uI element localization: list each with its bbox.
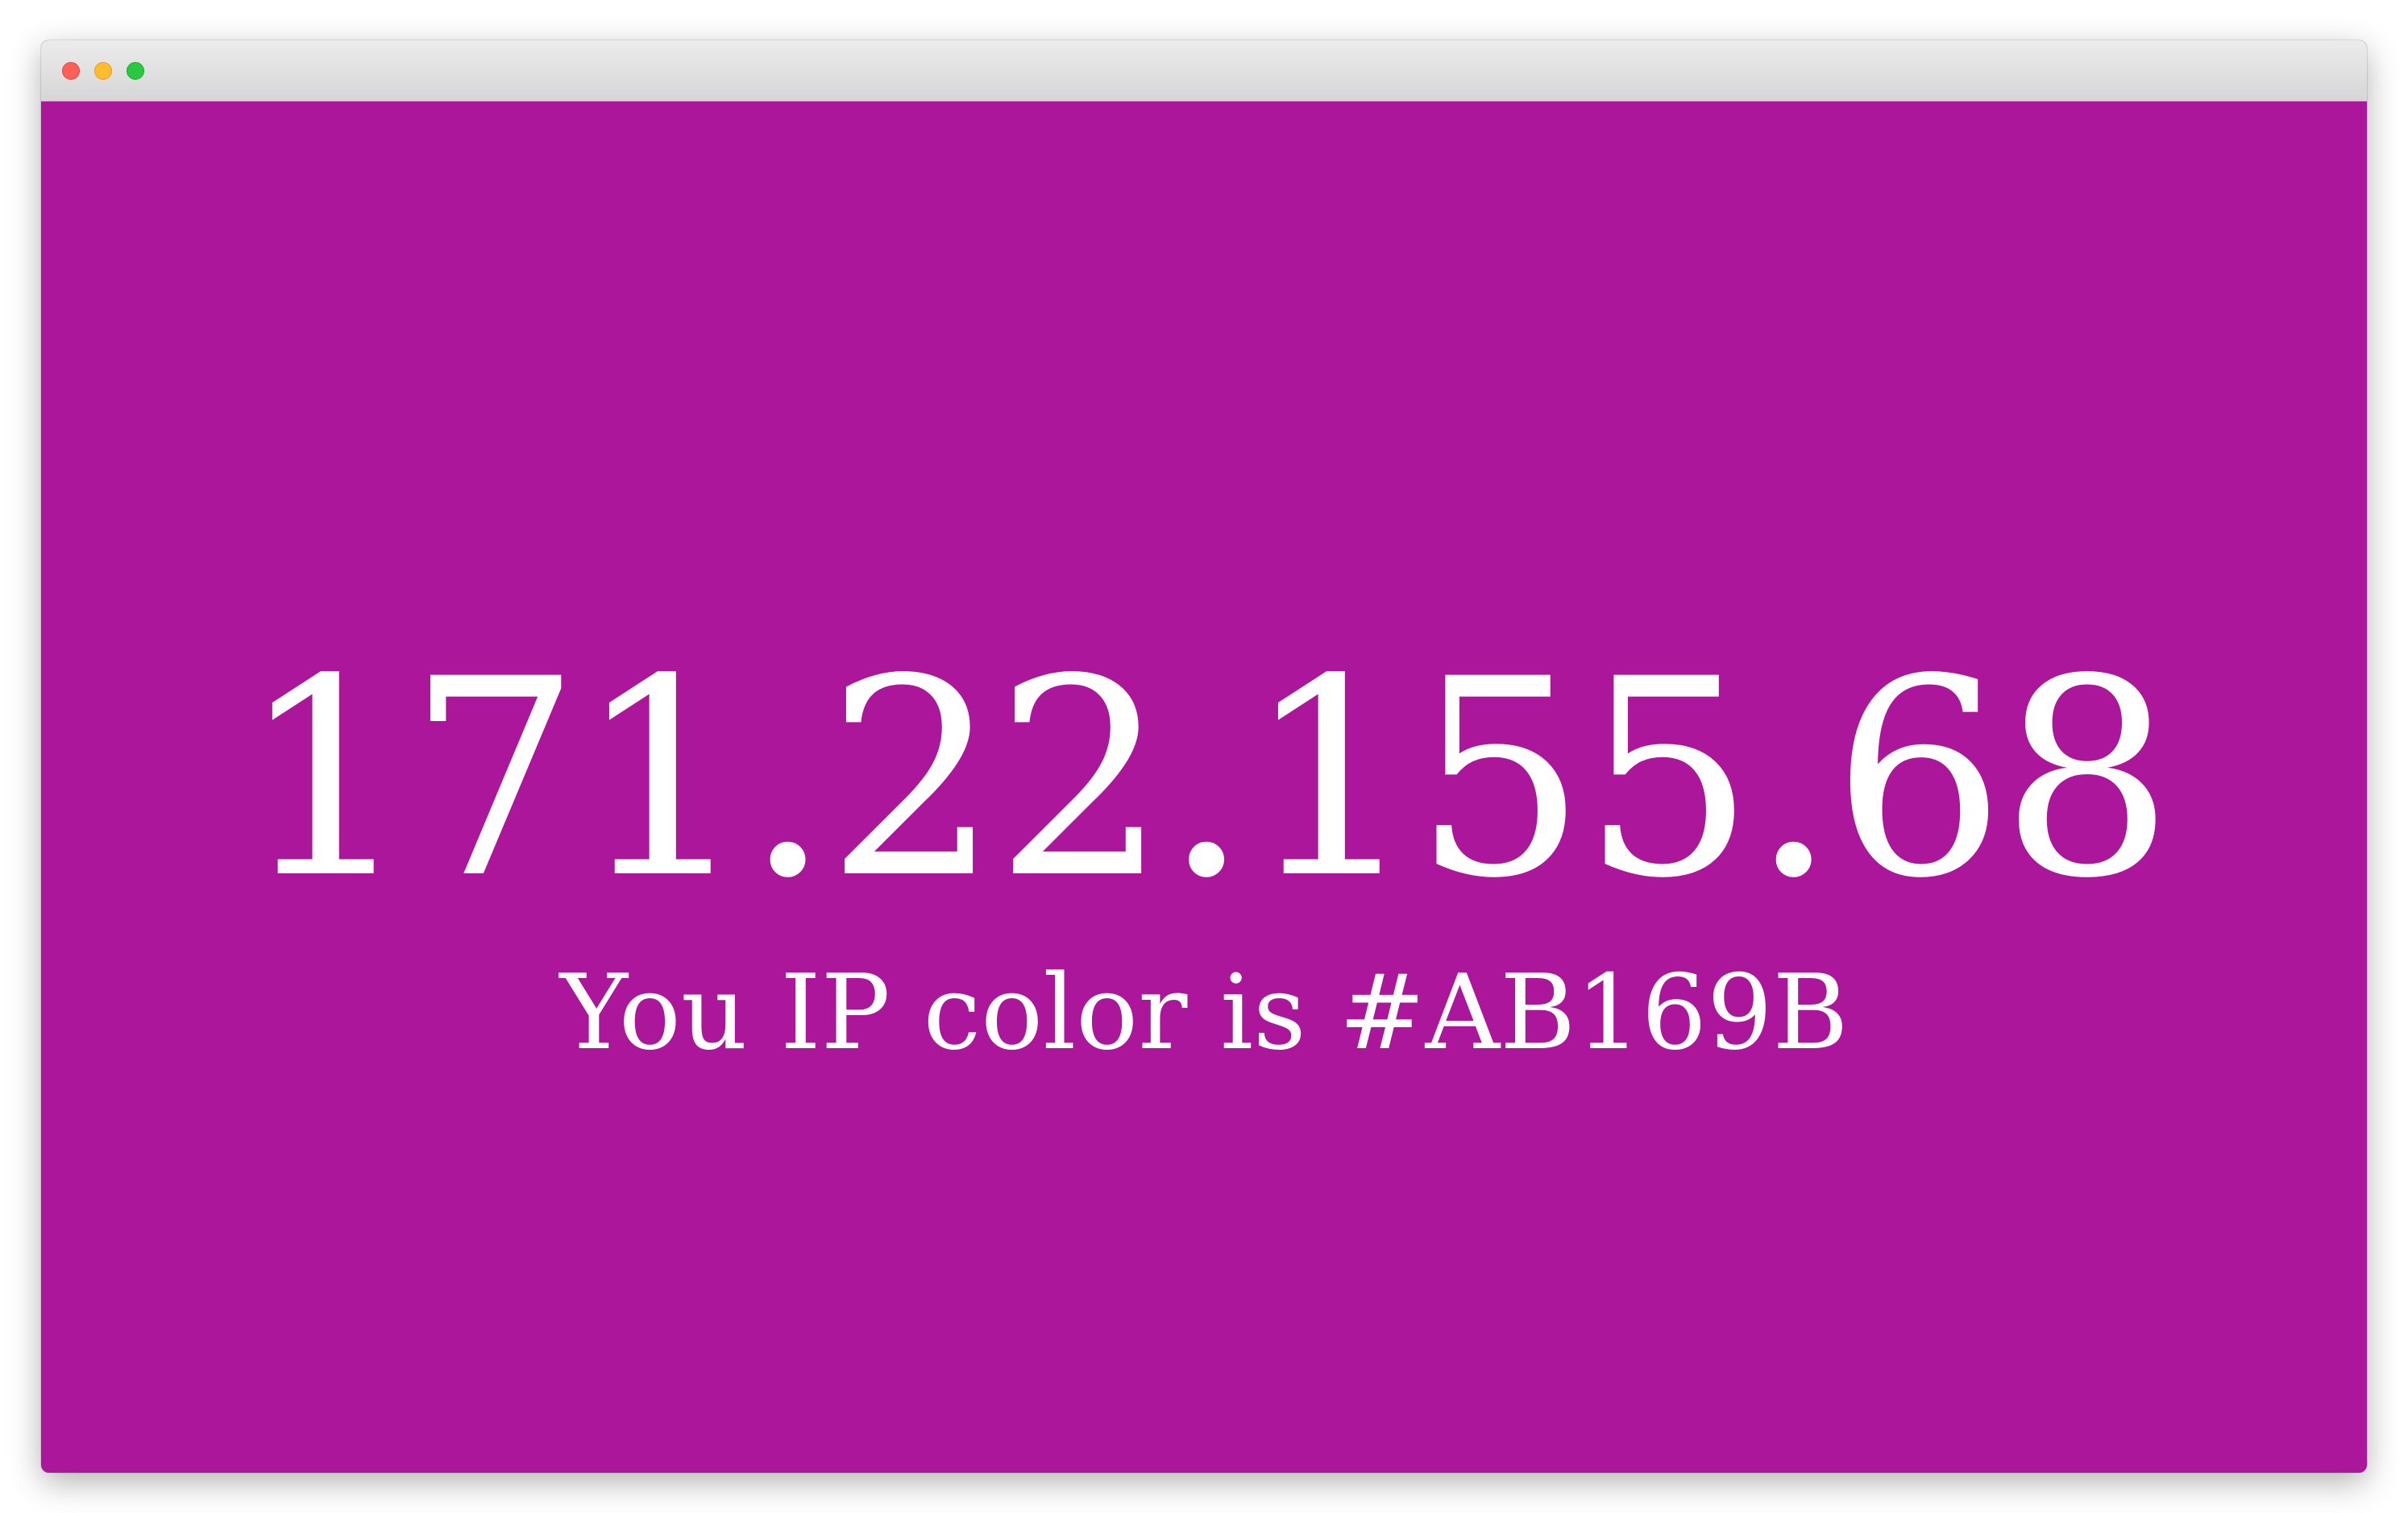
browser-window: 171.22.155.68 You IP color is #AB169B <box>41 40 2367 1473</box>
zoom-window-button[interactable] <box>127 62 144 80</box>
window-titlebar <box>41 40 2367 102</box>
page-content: 171.22.155.68 You IP color is #AB169B <box>41 102 2367 1473</box>
minimize-window-button[interactable] <box>94 62 112 80</box>
ip-color-caption: You IP color is #AB169B <box>559 953 1849 1073</box>
ip-address: 171.22.155.68 <box>239 620 2174 938</box>
close-window-button[interactable] <box>62 62 80 80</box>
